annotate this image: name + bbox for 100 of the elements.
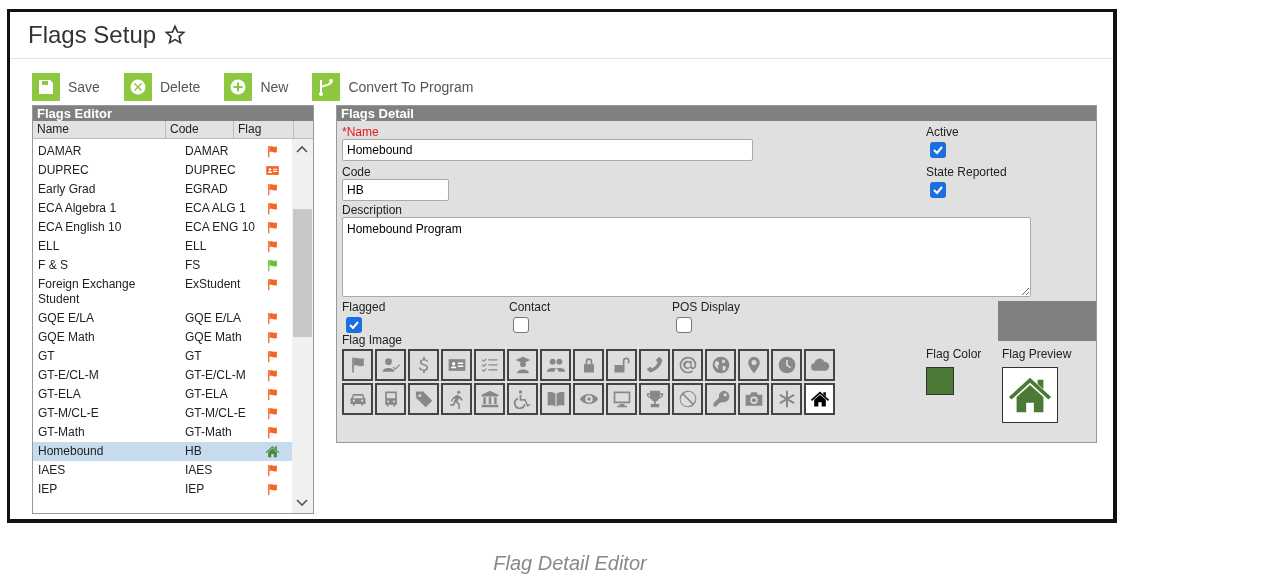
list-row[interactable]: ELL ELL [33,237,292,256]
flag-code: GT-E/CL-M [184,368,247,383]
flag-name: Early Grad [37,182,97,197]
list-row[interactable]: ECA English 10 ECA ENG 10 [33,218,292,237]
flag-name: GT-M/CL-E [37,406,100,421]
column-header[interactable]: Code [166,121,234,138]
flag-code: FS [184,258,202,273]
list-row[interactable]: Homebound HB [33,442,292,461]
column-header[interactable]: Flag [234,121,294,138]
list-row[interactable]: Foreign Exchange Student ExStudent [33,275,292,309]
list-row[interactable]: GQE E/LA GQE E/LA [33,309,292,328]
checkbox[interactable] [930,142,946,158]
flag-image-option[interactable] [441,349,472,381]
flag-image-option[interactable] [375,383,406,415]
star-icon[interactable] [164,24,187,46]
flag-image-option[interactable] [804,383,835,415]
flag-image-option[interactable] [672,383,703,415]
flag-image-option[interactable] [639,349,670,381]
flag-image-option[interactable] [540,349,571,381]
flag-image-option[interactable] [408,383,439,415]
delete-button[interactable]: Delete [123,69,201,105]
convert-to-program-button[interactable]: Convert To Program [312,69,474,105]
flag-name: ELL [37,239,61,254]
camera-icon [743,389,764,409]
checkbox[interactable] [930,182,946,198]
flag-image-option[interactable] [342,383,373,415]
field-label: Flag Preview [1002,347,1072,361]
flag-code: GT-Math [184,425,233,440]
flag-image-option[interactable] [738,349,769,381]
list-row[interactable]: DUPREC DUPREC [33,161,292,180]
at-sign-icon [677,355,698,375]
flag-image-option[interactable] [474,383,505,415]
list-row[interactable]: ECA Algebra 1 ECA ALG 1 [33,199,292,218]
color-swatch[interactable] [926,367,954,395]
list-row[interactable]: GT-E/CL-M GT-E/CL-M [33,366,292,385]
list-row[interactable]: IAES IAES [33,461,292,480]
checkbox[interactable] [346,317,362,333]
ban-icon [677,389,698,409]
scroll-thumb[interactable] [293,209,312,337]
flag-image-option[interactable] [408,349,439,381]
flag-image-option[interactable] [441,383,472,415]
flag-name: Homebound [37,444,105,459]
flag-name: Foreign Exchange Student [37,277,137,307]
list-row[interactable]: DAMAR DAMAR [33,142,292,161]
checkbox[interactable] [676,317,692,333]
flag-name: F & S [37,258,69,273]
list-row[interactable]: IEP IEP [33,480,292,499]
flag-image-option[interactable] [342,349,373,381]
name-field[interactable]: Homebound [342,139,753,161]
asterisk-icon [776,389,797,409]
flag-name: DAMAR [37,144,83,159]
flag-image-option[interactable] [738,383,769,415]
flag-image-option[interactable] [540,383,571,415]
scroll-up-icon[interactable] [296,145,308,153]
flag-name: DUPREC [37,163,90,178]
flag-code: ExStudent [184,277,242,292]
list-row[interactable]: Early Grad EGRAD [33,180,292,199]
monitor-icon [611,389,632,409]
flag-image-option[interactable] [507,383,538,415]
list-row[interactable]: GT-Math GT-Math [33,423,292,442]
flag-image-option[interactable] [771,383,802,415]
flag-image-option[interactable] [573,383,604,415]
flag-code: ECA ALG 1 [184,201,247,216]
flag-name: GT-Math [37,425,86,440]
flag-image-option[interactable] [606,383,637,415]
flag-image-option[interactable] [705,383,736,415]
checkbox[interactable] [513,317,529,333]
list-row[interactable]: GT-ELA GT-ELA [33,385,292,404]
list-row[interactable]: GT GT [33,347,292,366]
flag-image-option[interactable] [474,349,505,381]
list-row[interactable]: F & S FS [33,256,292,275]
house-icon [809,389,830,409]
scroll-down-icon[interactable] [296,499,308,507]
flag-image-option[interactable] [804,349,835,381]
description-field[interactable]: Homebound Program [342,217,1031,297]
wheelchair-icon [512,389,533,409]
flag-image-option[interactable] [573,349,604,381]
save-button[interactable]: Save [32,69,100,105]
flag-code: HB [184,444,203,459]
list-row[interactable]: GQE Math GQE Math [33,328,292,347]
flag-name: GQE Math [37,330,96,345]
flag-name: GQE E/LA [37,311,96,326]
globe-icon [710,355,731,375]
flag-image-option[interactable] [771,349,802,381]
code-field[interactable]: HB [342,179,449,201]
flag-image-option[interactable] [639,383,670,415]
flag-code: IAES [184,463,214,478]
flag-image-option[interactable] [375,349,406,381]
flag-name: IEP [37,482,59,497]
flag-image-option[interactable] [672,349,703,381]
field-label: Code [342,165,372,179]
flag-image-option[interactable] [507,349,538,381]
scrollbar[interactable] [292,139,313,513]
column-header[interactable]: Name [33,121,166,138]
list-row[interactable]: GT-M/CL-E GT-M/CL-E [33,404,292,423]
new-button[interactable]: New [224,69,289,105]
flag-code: GQE E/LA [184,311,243,326]
flag-image-option[interactable] [606,349,637,381]
flag-image-option[interactable] [705,349,736,381]
flag-code: ECA ENG 10 [184,220,257,235]
